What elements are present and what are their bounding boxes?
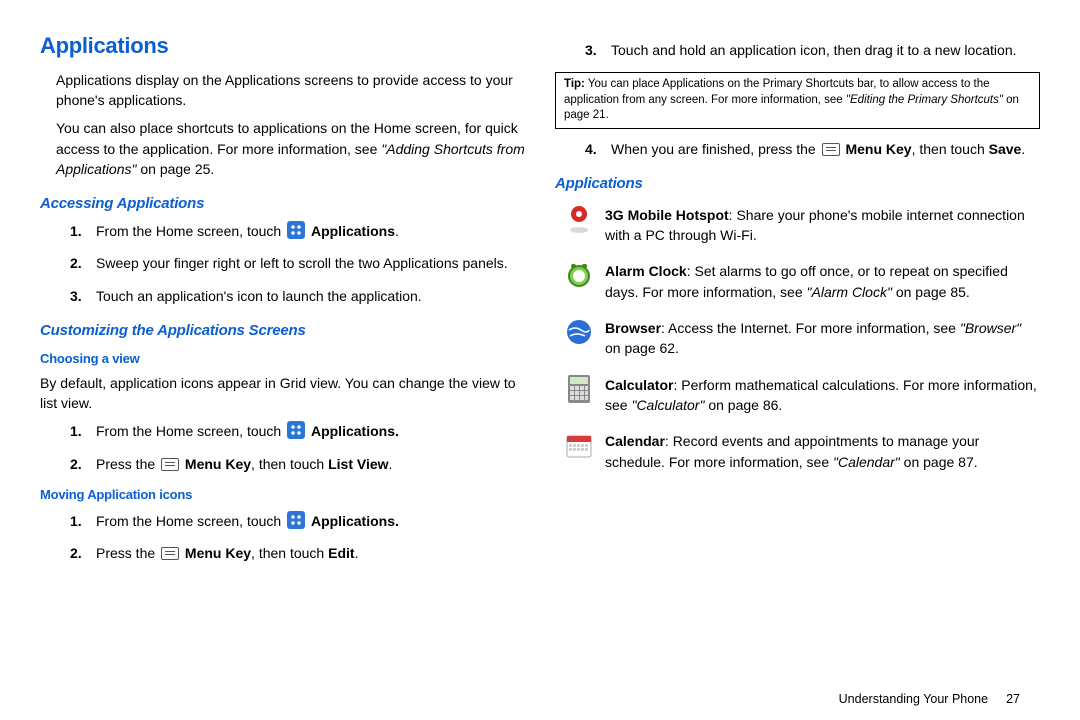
footer-section: Understanding Your Phone xyxy=(839,692,988,706)
text: , then touch xyxy=(251,545,328,561)
text: : Access the Internet. For more informat… xyxy=(661,320,960,336)
menu-key-label: Menu Key xyxy=(185,456,251,472)
alarm-icon xyxy=(565,261,593,289)
text: , then touch xyxy=(251,456,328,472)
reference-link: "Calculator" xyxy=(631,397,704,413)
text: . xyxy=(395,223,399,239)
step-1: 1. From the Home screen, touch Applicati… xyxy=(74,221,525,241)
applications-label: Applications. xyxy=(311,513,399,529)
applications-icon xyxy=(287,221,305,239)
hotspot-icon xyxy=(565,205,593,233)
step-4: 4. When you are finished, press the Menu… xyxy=(589,139,1040,159)
applications-icon xyxy=(287,511,305,529)
text: on page 87. xyxy=(900,454,978,470)
accessing-steps: 1. From the Home screen, touch Applicati… xyxy=(74,221,525,306)
text: From the Home screen, touch xyxy=(96,423,285,439)
applications-list: 3G Mobile Hotspot: Share your phone's mo… xyxy=(565,205,1040,472)
page-number: 27 xyxy=(1006,692,1020,706)
app-browser: Browser: Access the Internet. For more i… xyxy=(565,318,1040,359)
tip-label: Tip: xyxy=(564,78,585,90)
menu-key-icon xyxy=(822,143,840,156)
hotspot-text: 3G Mobile Hotspot: Share your phone's mo… xyxy=(605,205,1040,246)
choosing-view-heading: Choosing a view xyxy=(40,350,525,369)
app-calendar: Calendar: Record events and appointments… xyxy=(565,431,1040,472)
choosing-view-paragraph: By default, application icons appear in … xyxy=(40,373,525,414)
alarm-text: Alarm Clock: Set alarms to go off once, … xyxy=(605,261,1040,302)
reference-link: "Browser" xyxy=(960,320,1021,336)
tip-box: Tip: You can place Applications on the P… xyxy=(555,72,1040,129)
step-3: 3.Touch and hold an application icon, th… xyxy=(589,40,1040,60)
applications-label: Applications xyxy=(311,223,395,239)
app-name: Alarm Clock xyxy=(605,263,687,279)
app-name: Calculator xyxy=(605,377,673,393)
text: on page 86. xyxy=(704,397,782,413)
menu-key-label: Menu Key xyxy=(185,545,251,561)
customizing-heading: Customizing the Applications Screens xyxy=(40,320,525,342)
app-name: 3G Mobile Hotspot xyxy=(605,207,729,223)
text: Touch and hold an application icon, then… xyxy=(611,42,1017,58)
app-alarm: Alarm Clock: Set alarms to go off once, … xyxy=(565,261,1040,302)
page-footer: Understanding Your Phone 27 xyxy=(839,692,1020,706)
text: , then touch xyxy=(912,141,989,157)
applications-icon xyxy=(287,421,305,439)
calculator-icon xyxy=(565,375,593,403)
accessing-heading: Accessing Applications xyxy=(40,193,525,215)
reference-link: "Calendar" xyxy=(833,454,900,470)
text: on page 25. xyxy=(136,161,214,177)
moving-icons-steps: 1. From the Home screen, touch Applicati… xyxy=(74,511,525,564)
menu-key-icon xyxy=(161,547,179,560)
text: Touch an application's icon to launch th… xyxy=(96,288,422,304)
text: . xyxy=(355,545,359,561)
intro-paragraph-1: Applications display on the Applications… xyxy=(56,70,525,111)
text: Press the xyxy=(96,545,159,561)
step-2: 2.Sweep your finger right or left to scr… xyxy=(74,253,525,273)
step-2: 2. Press the Menu Key, then touch List V… xyxy=(74,454,525,474)
step-3: 3.Touch an application's icon to launch … xyxy=(74,286,525,306)
section-title: Applications xyxy=(40,30,525,62)
calculator-text: Calculator: Perform mathematical calcula… xyxy=(605,375,1040,416)
applications-label: Applications. xyxy=(311,423,399,439)
text: When you are finished, press the xyxy=(611,141,820,157)
calendar-text: Calendar: Record events and appointments… xyxy=(605,431,1040,472)
menu-key-label: Menu Key xyxy=(845,141,911,157)
text: Press the xyxy=(96,456,159,472)
app-name: Calendar xyxy=(605,433,665,449)
page-body: Applications Applications display on the… xyxy=(0,0,1080,585)
right-steps: 3.Touch and hold an application icon, th… xyxy=(589,40,1040,60)
menu-key-icon xyxy=(161,458,179,471)
text: . xyxy=(1021,141,1025,157)
applications-subheading: Applications xyxy=(555,173,1040,195)
browser-text: Browser: Access the Internet. For more i… xyxy=(605,318,1040,359)
intro-paragraph-2: You can also place shortcuts to applicat… xyxy=(56,118,525,179)
edit-label: Edit xyxy=(328,545,354,561)
text: on page 62. xyxy=(605,340,679,356)
choosing-view-steps: 1. From the Home screen, touch Applicati… xyxy=(74,421,525,474)
reference-link: "Editing the Primary Shortcuts" xyxy=(846,94,1003,106)
text: From the Home screen, touch xyxy=(96,223,285,239)
step-1: 1. From the Home screen, touch Applicati… xyxy=(74,421,525,441)
moving-icons-heading: Moving Application icons xyxy=(40,486,525,505)
text: . xyxy=(389,456,393,472)
app-hotspot: 3G Mobile Hotspot: Share your phone's mo… xyxy=(565,205,1040,246)
right-column: 3.Touch and hold an application icon, th… xyxy=(555,30,1040,575)
list-view-label: List View xyxy=(328,456,388,472)
text: From the Home screen, touch xyxy=(96,513,285,529)
app-name: Browser xyxy=(605,320,661,336)
browser-icon xyxy=(565,318,593,346)
calendar-icon xyxy=(565,431,593,459)
left-column: Applications Applications display on the… xyxy=(40,30,525,575)
text: Sweep your finger right or left to scrol… xyxy=(96,255,508,271)
right-steps-2: 4. When you are finished, press the Menu… xyxy=(589,139,1040,159)
text: on page 85. xyxy=(892,284,970,300)
step-1: 1. From the Home screen, touch Applicati… xyxy=(74,511,525,531)
save-label: Save xyxy=(989,141,1022,157)
reference-link: "Alarm Clock" xyxy=(807,284,892,300)
app-calculator: Calculator: Perform mathematical calcula… xyxy=(565,375,1040,416)
step-2: 2. Press the Menu Key, then touch Edit. xyxy=(74,543,525,563)
